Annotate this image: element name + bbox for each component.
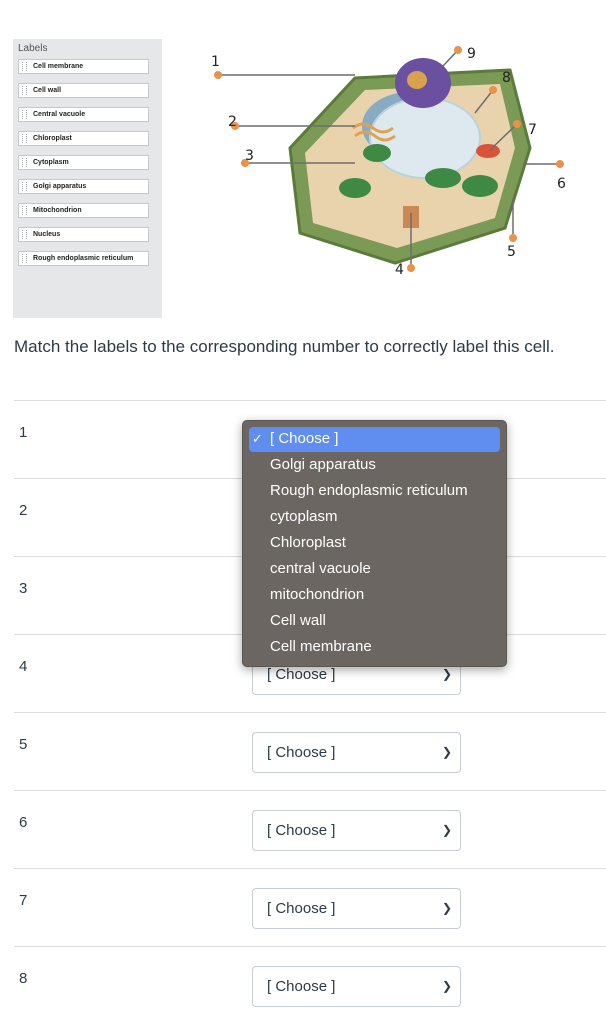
dropdown-option-central-vacuole[interactable]: central vacuole [270,560,371,577]
plant-cell-diagram: 1 2 3 4 5 6 7 8 9 [211,46,566,278]
row-number-6: 6 [19,814,28,831]
diagram-number-6: 6 [557,176,566,192]
chevron-down-icon: ❯ [441,745,452,759]
select-value: [ Choose ] [267,978,336,995]
dropdown-option-choose[interactable]: [ Choose ] [270,430,338,447]
diagram-number-4: 4 [395,262,404,278]
select-value: [ Choose ] [267,900,336,917]
row-number-3: 3 [19,580,28,597]
row-number-4: 4 [19,658,28,675]
row-divider [14,868,606,869]
label-chip-cytoplasm[interactable]: Cytoplasm [18,155,149,170]
diagram-number-7: 7 [528,122,537,138]
answer-select-7[interactable]: [ Choose ] ❯ [252,888,461,929]
row-divider [14,946,606,947]
diagram-number-5: 5 [507,244,516,260]
label-chip-rough-er[interactable]: Rough endoplasmic reticulum [18,251,149,266]
dropdown-option-rough-er[interactable]: Rough endoplasmic reticulum [270,482,468,499]
diagram-number-8: 8 [502,70,511,86]
diagram-number-2: 2 [228,114,237,130]
row-divider [14,790,606,791]
row-number-7: 7 [19,892,28,909]
dropdown-option-mitochondrion[interactable]: mitochondrion [270,586,364,603]
chevron-down-icon: ❯ [441,901,452,915]
row-number-1: 1 [19,424,28,441]
labels-panel: Labels Cell membrane Cell wall Central v… [13,39,162,318]
label-chip-nucleus[interactable]: Nucleus [18,227,149,242]
labels-title: Labels [18,43,48,54]
select-value: [ Choose ] [267,666,336,683]
row-divider [14,400,606,401]
row-number-2: 2 [19,502,28,519]
row-number-5: 5 [19,736,28,753]
diagram-number-1: 1 [211,54,220,70]
answer-select-6[interactable]: [ Choose ] ❯ [252,810,461,851]
diagram-number-3: 3 [245,148,254,164]
chevron-down-icon: ❯ [441,823,452,837]
label-chip-cell-wall[interactable]: Cell wall [18,83,149,98]
row-number-8: 8 [19,970,28,987]
label-chip-central-vacuole[interactable]: Central vacuole [18,107,149,122]
label-chip-golgi-apparatus[interactable]: Golgi apparatus [18,179,149,194]
checkmark-icon: ✓ [252,431,263,446]
chevron-down-icon: ❯ [441,979,452,993]
dropdown-option-chloroplast[interactable]: Chloroplast [270,534,346,551]
dropdown-option-cytoplasm[interactable]: cytoplasm [270,508,338,525]
select-value: [ Choose ] [267,744,336,761]
label-chip-mitochondrion[interactable]: Mitochondrion [18,203,149,218]
label-chip-cell-membrane[interactable]: Cell membrane [18,59,149,74]
question-instruction: Match the labels to the corresponding nu… [14,337,555,356]
answer-select-1-dropdown[interactable]: ✓ [ Choose ] Golgi apparatus Rough endop… [242,420,507,667]
answer-select-5[interactable]: [ Choose ] ❯ [252,732,461,773]
answer-select-8[interactable]: [ Choose ] ❯ [252,966,461,1007]
dropdown-option-cell-wall[interactable]: Cell wall [270,612,326,629]
label-chip-chloroplast[interactable]: Chloroplast [18,131,149,146]
diagram-number-9: 9 [467,46,476,62]
dropdown-option-golgi-apparatus[interactable]: Golgi apparatus [270,456,376,473]
select-value: [ Choose ] [267,822,336,839]
dropdown-option-cell-membrane[interactable]: Cell membrane [270,638,372,655]
row-divider [14,712,606,713]
